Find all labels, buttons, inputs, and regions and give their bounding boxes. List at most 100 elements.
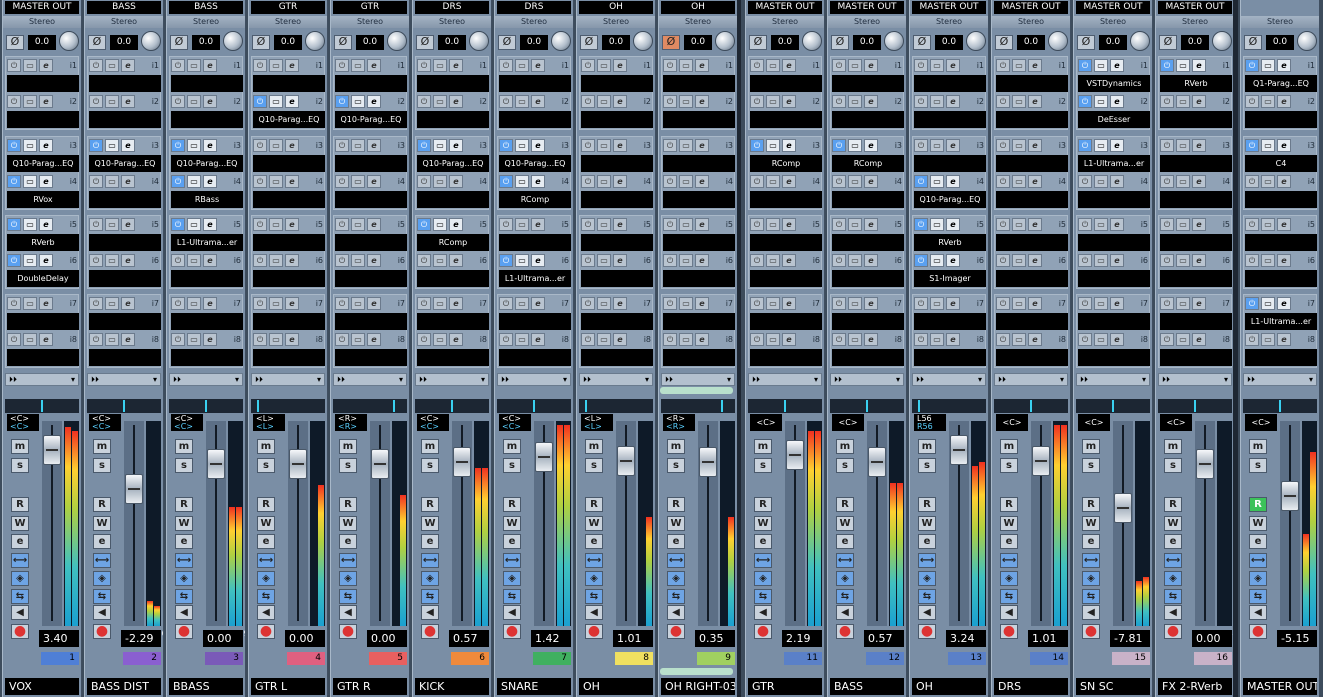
insert-button[interactable]: ◈ — [339, 571, 357, 586]
phase-button[interactable]: Ø — [170, 35, 188, 50]
bypass-icon[interactable]: ▭ — [1261, 95, 1275, 108]
power-icon[interactable]: ⏻ — [914, 254, 928, 267]
edit-icon[interactable]: e — [39, 59, 53, 72]
insert-slot[interactable] — [499, 349, 571, 366]
edit-icon[interactable]: e — [121, 218, 135, 231]
bypass-icon[interactable]: ▭ — [187, 297, 201, 310]
mute-button[interactable]: m — [93, 439, 111, 454]
power-icon[interactable]: ⏻ — [499, 333, 513, 346]
insert-slot[interactable] — [663, 155, 735, 172]
fader-value[interactable]: 3.40 — [39, 630, 79, 647]
edit-icon[interactable]: e — [203, 139, 217, 152]
edit-icon[interactable]: e — [1192, 297, 1206, 310]
bypass-icon[interactable]: ▭ — [1261, 175, 1275, 188]
gain-knob[interactable] — [1297, 31, 1317, 51]
edit-icon[interactable]: e — [449, 139, 463, 152]
insert-slot[interactable] — [253, 191, 325, 208]
fader-track[interactable] — [616, 421, 636, 626]
power-icon[interactable]: ⏻ — [832, 333, 846, 346]
insert-button[interactable]: ◈ — [1164, 571, 1182, 586]
solo-button[interactable]: s — [1082, 458, 1100, 473]
insert-slot[interactable] — [914, 75, 986, 92]
insert-slot[interactable]: Q10-Parag...EQ — [89, 155, 161, 172]
mute-button[interactable]: m — [503, 439, 521, 454]
insert-slot[interactable] — [996, 270, 1068, 287]
mute-button[interactable]: m — [667, 439, 685, 454]
fader-value[interactable]: 0.57 — [864, 630, 904, 647]
read-button[interactable]: R — [93, 497, 111, 512]
pan-display[interactable]: <R> <R> — [663, 414, 695, 431]
bypass-icon[interactable]: ▭ — [105, 95, 119, 108]
output-routing[interactable]: OH — [579, 1, 653, 14]
edit-icon[interactable]: e — [695, 218, 709, 231]
eq-dropdown[interactable]: ⏵⏵ ▾ — [994, 373, 1068, 386]
insert-slot[interactable] — [89, 270, 161, 287]
power-icon[interactable]: ⏻ — [171, 254, 185, 267]
insert-slot[interactable] — [171, 111, 243, 128]
bypass-icon[interactable]: ▭ — [1012, 59, 1026, 72]
phase-button[interactable]: Ø — [1159, 35, 1177, 50]
edit-icon[interactable]: e — [1277, 333, 1291, 346]
fader-track[interactable] — [1113, 421, 1133, 626]
eq-dropdown[interactable]: ⏵⏵ ▾ — [251, 373, 325, 386]
power-icon[interactable]: ⏻ — [1245, 95, 1259, 108]
power-icon[interactable]: ⏻ — [1245, 333, 1259, 346]
write-button[interactable]: W — [836, 516, 854, 531]
power-icon[interactable]: ⏻ — [1245, 139, 1259, 152]
power-icon[interactable]: ⏻ — [996, 333, 1010, 346]
power-icon[interactable]: ⏻ — [417, 297, 431, 310]
input-gain[interactable]: 0.0 — [853, 35, 881, 50]
gain-knob[interactable] — [305, 31, 325, 51]
edit-icon[interactable]: e — [121, 139, 135, 152]
fader-handle[interactable] — [1114, 492, 1132, 523]
eq-dropdown[interactable]: ⏵⏵ ▾ — [579, 373, 653, 386]
output-routing[interactable]: GTR — [333, 1, 407, 14]
channel-name[interactable]: KICK — [415, 678, 489, 695]
pan-display[interactable]: <C> — [1245, 414, 1277, 431]
power-icon[interactable]: ⏻ — [7, 254, 21, 267]
bypass-icon[interactable]: ▭ — [351, 59, 365, 72]
insert-button[interactable]: ⇆ — [918, 589, 936, 604]
write-button[interactable]: W — [1249, 516, 1267, 531]
fader-value[interactable]: 3.24 — [946, 630, 986, 647]
power-icon[interactable]: ⏻ — [7, 139, 21, 152]
insert-button[interactable]: ◈ — [585, 571, 603, 586]
fader-handle[interactable] — [1196, 449, 1214, 479]
insert-button[interactable]: ◈ — [667, 571, 685, 586]
channel-name[interactable]: OH — [579, 678, 653, 695]
input-gain[interactable]: 0.0 — [192, 35, 220, 50]
fader-handle[interactable] — [125, 473, 143, 504]
insert-slot[interactable] — [832, 270, 904, 287]
bypass-icon[interactable]: ▭ — [105, 333, 119, 346]
edit-icon[interactable]: e — [1028, 175, 1042, 188]
power-icon[interactable]: ⏻ — [335, 333, 349, 346]
edit-icon[interactable]: e — [1110, 139, 1124, 152]
power-icon[interactable]: ⏻ — [1160, 297, 1174, 310]
power-icon[interactable]: ⏻ — [750, 254, 764, 267]
insert-slot[interactable] — [253, 313, 325, 330]
edit-icon[interactable]: e — [613, 139, 627, 152]
insert-button[interactable]: ⟷ — [421, 553, 439, 568]
power-icon[interactable]: ⏻ — [914, 95, 928, 108]
phase-button[interactable]: Ø — [749, 35, 767, 50]
read-button[interactable]: R — [1082, 497, 1100, 512]
bypass-icon[interactable]: ▭ — [679, 254, 693, 267]
bypass-icon[interactable]: ▭ — [105, 254, 119, 267]
read-button[interactable]: R — [1000, 497, 1018, 512]
phase-button[interactable]: Ø — [913, 35, 931, 50]
solo-button[interactable]: s — [503, 458, 521, 473]
insert-slot[interactable] — [996, 75, 1068, 92]
insert-button[interactable]: ◈ — [257, 571, 275, 586]
eq-dropdown[interactable]: ⏵⏵ ▾ — [169, 373, 243, 386]
bypass-icon[interactable]: ▭ — [515, 333, 529, 346]
edit-icon[interactable]: e — [121, 254, 135, 267]
fader-track[interactable] — [206, 421, 226, 626]
edit-icon[interactable]: e — [864, 254, 878, 267]
fader-handle[interactable] — [868, 447, 886, 478]
insert-slot[interactable] — [1078, 349, 1150, 366]
power-icon[interactable]: ⏻ — [996, 59, 1010, 72]
insert-slot[interactable]: L1-Ultrama...er — [1078, 155, 1150, 172]
mute-button[interactable]: m — [585, 439, 603, 454]
insert-button[interactable]: ⟷ — [11, 553, 29, 568]
insert-slot[interactable] — [499, 111, 571, 128]
